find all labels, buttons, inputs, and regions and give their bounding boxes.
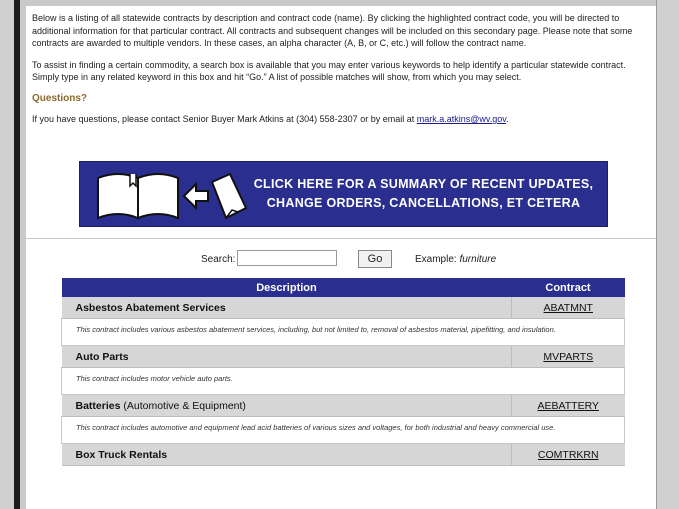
go-button[interactable]: Go — [358, 250, 392, 268]
contract-title-row: Asbestos Abatement Services ABATMNT — [61, 297, 625, 319]
left-frame-border — [0, 0, 20, 509]
contract-description: This contract includes automotive and eq… — [61, 416, 625, 444]
contact-email-link[interactable]: mark.a.atkins@wv.gov — [417, 114, 506, 124]
banner-text: Click here for a summary of recent updat… — [248, 175, 607, 213]
contract-title-row: Auto Parts MVPARTS — [61, 345, 625, 368]
contract-title-cell: Box Truck Rentals — [61, 443, 512, 466]
contract-title: Batteries — [75, 399, 121, 412]
open-book-arrow-page-icon — [80, 162, 248, 226]
search-label: Search: — [201, 254, 236, 265]
search-example: Example: furniture — [415, 254, 496, 265]
contract-subtitle: (Automotive & Equipment) — [123, 399, 246, 412]
right-scroll-area[interactable] — [656, 0, 679, 509]
banner-line-2: change orders, cancellations, et cetera — [266, 196, 581, 210]
contract-title-row: Box Truck Rentals COMTRKRN — [61, 443, 625, 466]
contract-description: This contract includes motor vehicle aut… — [61, 367, 625, 395]
contract-title-cell: Auto Parts — [61, 345, 512, 368]
contract-code-link[interactable]: ABATMNT — [544, 302, 593, 314]
example-label: Example: — [415, 254, 457, 265]
intro-paragraph-1: Below is a listing of all statewide cont… — [32, 13, 633, 48]
contract-code-cell: MVPARTS — [511, 345, 625, 368]
questions-heading: Questions? — [32, 92, 88, 104]
contract-title-row: Batteries (Automotive & Equipment) AEBAT… — [61, 394, 625, 417]
contract-description-row: This contract includes various asbestos … — [61, 318, 625, 346]
contract-title-cell: Batteries (Automotive & Equipment) — [61, 394, 512, 417]
banner-line-1: Click here for a summary of recent updat… — [253, 177, 594, 191]
contract-title: Box Truck Rentals — [75, 448, 168, 461]
contract-code-cell: ABATMNT — [511, 297, 625, 319]
contract-description: This contract includes various asbestos … — [61, 318, 625, 346]
contract-code-link[interactable]: AEBATTERY — [538, 400, 599, 412]
contract-title: Auto Parts — [75, 350, 129, 363]
table-header-row: Description Contract — [61, 278, 625, 297]
search-input[interactable] — [237, 250, 337, 266]
contract-code-link[interactable]: COMTRKRN — [538, 449, 599, 461]
contract-code-link[interactable]: MVPARTS — [543, 351, 593, 363]
contract-column-header: Contract — [511, 278, 625, 297]
contact-suffix: . — [506, 114, 509, 124]
description-column-header: Description — [61, 278, 512, 297]
page-content: Below is a listing of all statewide cont… — [26, 6, 656, 509]
contracts-table: Description Contract Asbestos Abatement … — [61, 278, 625, 466]
updates-banner-link[interactable]: Click here for a summary of recent updat… — [79, 161, 608, 227]
section-divider — [26, 238, 656, 239]
contract-title: Asbestos Abatement Services — [75, 301, 226, 314]
contact-prefix: If you have questions, please contact Se… — [32, 114, 417, 124]
contract-code-cell: AEBATTERY — [511, 394, 625, 417]
contract-description-row: This contract includes motor vehicle aut… — [61, 367, 625, 395]
contact-text: If you have questions, please contact Se… — [32, 113, 648, 126]
contract-description-row: This contract includes automotive and eq… — [61, 416, 625, 444]
example-value: furniture — [459, 254, 497, 265]
contract-code-cell: COMTRKRN — [511, 443, 625, 466]
search-bar: Search: Go Example: furniture — [26, 250, 656, 270]
intro-section: Below is a listing of all statewide cont… — [26, 6, 656, 126]
contract-title-cell: Asbestos Abatement Services — [61, 297, 512, 319]
intro-paragraph-2: To assist in finding a certain commodity… — [32, 59, 626, 83]
